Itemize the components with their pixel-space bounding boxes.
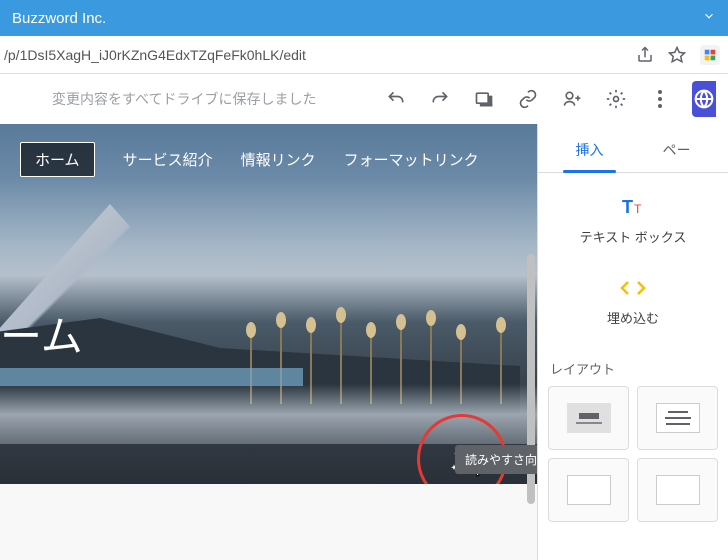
layout-option-header[interactable] bbox=[548, 386, 629, 450]
more-menu-button[interactable] bbox=[640, 79, 680, 119]
insert-textbox[interactable]: TT テキスト ボックス bbox=[546, 193, 720, 246]
insert-items: TT テキスト ボックス 埋め込む bbox=[538, 173, 728, 347]
workspace: ホーム サービス紹介 情報リンク フォーマットリンク ーム bbox=[0, 124, 728, 560]
side-panel: 挿入 ペー TT テキスト ボックス 埋め込む レイアウト bbox=[537, 124, 728, 560]
svg-text:T: T bbox=[622, 197, 633, 217]
nav-item-services[interactable]: サービス紹介 bbox=[123, 149, 213, 170]
settings-button[interactable] bbox=[596, 79, 636, 119]
url-actions bbox=[636, 45, 720, 65]
hero-section[interactable]: ホーム サービス紹介 情報リンク フォーマットリンク ーム bbox=[0, 124, 537, 484]
sidepanel-tabs: 挿入 ペー bbox=[538, 128, 728, 173]
layout-option-4[interactable] bbox=[637, 458, 718, 522]
chevron-down-icon[interactable] bbox=[702, 9, 716, 28]
url-path[interactable]: /p/1DsI5XagH_iJ0rKZnG4EdxTZqFeFk0hLK/edi… bbox=[0, 47, 626, 63]
browser-titlebar: Buzzword Inc. bbox=[0, 0, 728, 36]
site-nav: ホーム サービス紹介 情報リンク フォーマットリンク bbox=[20, 142, 479, 177]
embed-icon bbox=[619, 274, 647, 302]
hero-title[interactable]: ーム bbox=[0, 303, 83, 364]
tab-pages[interactable]: ペー bbox=[633, 128, 720, 172]
save-status: 変更内容をすべてドライブに保存しました bbox=[12, 89, 372, 109]
svg-text:T: T bbox=[634, 202, 642, 216]
bookmark-star-icon[interactable] bbox=[668, 46, 686, 64]
nav-item-home[interactable]: ホーム bbox=[20, 142, 95, 177]
extension-icon[interactable] bbox=[700, 45, 720, 65]
tab-insert[interactable]: 挿入 bbox=[546, 128, 633, 172]
site-canvas[interactable]: ホーム サービス紹介 情報リンク フォーマットリンク ーム bbox=[0, 124, 537, 560]
textbox-icon: TT bbox=[619, 193, 647, 221]
url-bar: /p/1DsI5XagH_iJ0rKZnG4EdxTZqFeFk0hLK/edi… bbox=[0, 36, 728, 74]
layout-option-text[interactable] bbox=[637, 386, 718, 450]
insert-embed[interactable]: 埋め込む bbox=[546, 274, 720, 327]
titlebar-text: Buzzword Inc. bbox=[12, 10, 106, 27]
nav-item-format[interactable]: フォーマットリンク bbox=[344, 149, 479, 170]
insert-textbox-label: テキスト ボックス bbox=[580, 227, 687, 246]
link-button[interactable] bbox=[508, 79, 548, 119]
share-icon[interactable] bbox=[636, 46, 654, 64]
preview-button[interactable] bbox=[464, 79, 504, 119]
insert-embed-label: 埋め込む bbox=[607, 308, 659, 327]
layout-section-title: レイアウト bbox=[538, 347, 728, 386]
text-selection bbox=[0, 368, 303, 386]
layout-option-3[interactable] bbox=[548, 458, 629, 522]
undo-button[interactable] bbox=[376, 79, 416, 119]
canvas-area: ホーム サービス紹介 情報リンク フォーマットリンク ーム bbox=[0, 124, 537, 560]
layout-grid bbox=[538, 386, 728, 522]
publish-button[interactable] bbox=[692, 81, 716, 117]
readability-tooltip: 読みやすさ向上のための調整を解除 bbox=[455, 445, 537, 474]
redo-button[interactable] bbox=[420, 79, 460, 119]
nav-item-info[interactable]: 情報リンク bbox=[241, 149, 316, 170]
share-people-button[interactable] bbox=[552, 79, 592, 119]
editor-toolbar: 変更内容をすべてドライブに保存しました bbox=[0, 74, 728, 124]
